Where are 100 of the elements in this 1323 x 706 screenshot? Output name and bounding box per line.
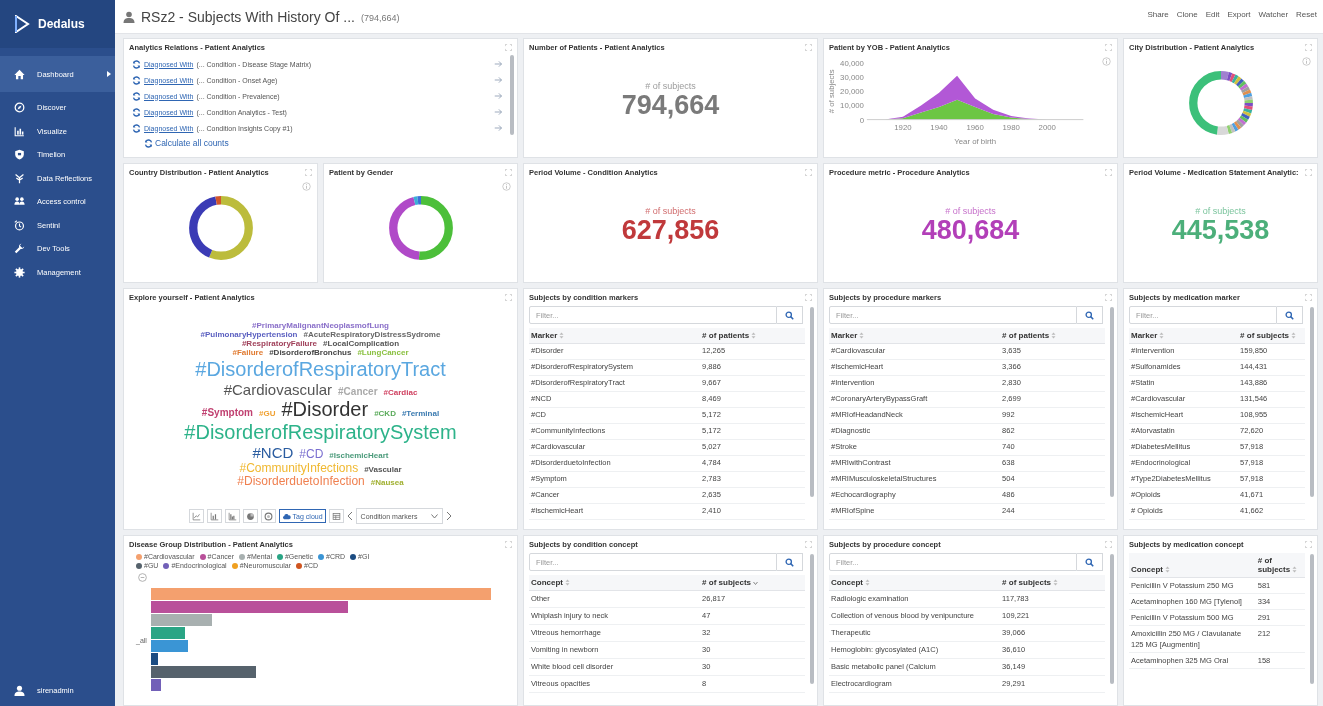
column-header[interactable]: Marker — [829, 328, 1001, 344]
expand-icon[interactable] — [805, 294, 812, 301]
cloud-tag[interactable]: #Cardiovascular — [223, 380, 333, 398]
scrollbar[interactable] — [1310, 307, 1314, 497]
expand-icon[interactable] — [805, 44, 812, 51]
scrollbar[interactable] — [1310, 554, 1314, 684]
info-icon[interactable] — [1302, 57, 1311, 66]
cloud-tag[interactable]: #CD — [299, 447, 324, 462]
view-button[interactable] — [260, 509, 276, 523]
refresh-icon[interactable] — [144, 138, 153, 148]
refresh-icon[interactable] — [132, 123, 141, 133]
view-button[interactable] — [328, 509, 344, 523]
column-header[interactable]: Concept — [829, 575, 1001, 591]
scrollbar[interactable] — [810, 307, 814, 497]
expand-icon[interactable] — [305, 169, 312, 176]
cloud-tag[interactable]: #Terminal — [401, 408, 440, 418]
expand-icon[interactable] — [1305, 169, 1312, 176]
view-button[interactable] — [206, 509, 222, 523]
collapse-icon[interactable] — [138, 573, 147, 582]
arrow-right-icon[interactable] — [494, 108, 503, 116]
scrollbar[interactable] — [1110, 307, 1114, 497]
column-header[interactable]: Marker — [529, 328, 701, 344]
bar-chart-icon — [14, 125, 25, 137]
info-icon[interactable] — [502, 182, 511, 191]
people-icon — [14, 196, 25, 208]
expand-icon[interactable] — [805, 169, 812, 176]
view-button[interactable] — [224, 509, 240, 523]
expand-icon[interactable] — [505, 44, 512, 51]
cloud-tag[interactable]: #LocalComplication — [323, 339, 400, 349]
column-header[interactable]: Marker — [1129, 328, 1239, 344]
expand-icon[interactable] — [1105, 44, 1112, 51]
cloud-tag[interactable]: #RespiratoryFailure — [241, 339, 318, 349]
cloud-tag[interactable]: #AcuteRespiratoryDistressSydrome — [303, 330, 441, 340]
expand-icon[interactable] — [805, 541, 812, 548]
expand-icon[interactable] — [1105, 541, 1112, 548]
info-icon[interactable] — [1102, 57, 1111, 66]
expand-icon[interactable] — [505, 294, 512, 301]
expand-icon[interactable] — [1305, 44, 1312, 51]
expand-icon[interactable] — [1305, 294, 1312, 301]
search-button[interactable] — [777, 306, 803, 324]
arrow-right-icon[interactable] — [494, 124, 503, 132]
caret-icon — [431, 513, 439, 519]
cloud-tag[interactable]: #PrimaryMalignantNeoplasmofLung — [252, 320, 389, 330]
metric-label: # of subjects — [1195, 205, 1246, 216]
expand-icon[interactable] — [505, 541, 512, 548]
toolbar-link[interactable]: Edit — [1205, 10, 1220, 19]
column-header[interactable]: # of patients — [1000, 328, 1105, 344]
cloud-tag[interactable]: #DisorderofBronchus — [269, 348, 352, 358]
user-icon — [123, 10, 135, 23]
toolbar-link[interactable]: Reset — [1296, 10, 1317, 19]
column-header[interactable]: # of subjects — [1000, 575, 1105, 591]
scrollbar[interactable] — [1110, 554, 1114, 684]
axis-title: # of subjects — [826, 69, 836, 114]
search-button[interactable] — [777, 553, 803, 571]
cloud-tag[interactable]: #NCD — [252, 443, 294, 462]
search-button[interactable] — [1077, 553, 1103, 571]
toolbar-link[interactable]: Export — [1227, 10, 1251, 19]
scrollbar[interactable] — [810, 554, 814, 684]
search-button[interactable] — [1277, 306, 1303, 324]
arrow-right-icon[interactable] — [494, 76, 503, 84]
expand-icon[interactable] — [1305, 541, 1312, 548]
expand-icon[interactable] — [1105, 294, 1112, 301]
arrow-right-icon[interactable] — [494, 92, 503, 100]
refresh-icon[interactable] — [132, 91, 141, 101]
chevron-right-icon[interactable] — [446, 511, 453, 521]
expand-icon[interactable] — [505, 169, 512, 176]
column-header[interactable]: # of subjects — [1255, 553, 1305, 578]
refresh-icon[interactable] — [132, 59, 141, 69]
cloud-tag[interactable]: #Cardiac — [383, 387, 418, 397]
metric-label: # of subjects — [945, 205, 996, 216]
expand-icon[interactable] — [1105, 169, 1112, 176]
metric-label: # of subjects — [645, 80, 696, 91]
cloud-tag[interactable]: #IschemicHeart — [329, 450, 389, 460]
chevron-left-icon[interactable] — [346, 511, 353, 521]
column-header[interactable]: Concept — [1129, 553, 1256, 578]
arrow-right-icon[interactable] — [494, 60, 503, 68]
search-icon — [785, 310, 794, 320]
column-header[interactable]: Concept — [529, 575, 701, 591]
tick-label: 1920 — [894, 123, 912, 133]
toolbar-link[interactable]: Watcher — [1258, 10, 1289, 19]
column-header[interactable]: # of patients — [700, 328, 805, 344]
calculate-link[interactable]: Calculate all counts — [155, 138, 229, 148]
refresh-icon[interactable] — [132, 75, 141, 85]
tick-label: 40,000 — [840, 58, 864, 68]
column-header[interactable]: # of subjects — [700, 575, 805, 591]
refresh-icon[interactable] — [132, 107, 141, 117]
cloud-tag[interactable]: #Symptom — [201, 406, 253, 419]
subject-count: (794,664) — [360, 13, 400, 23]
scrollbar[interactable] — [510, 55, 514, 135]
info-icon[interactable] — [302, 182, 311, 191]
cloud-tag[interactable]: #Disorder — [281, 397, 369, 421]
cloud-tag[interactable]: #PulmonaryHypertension — [200, 330, 298, 340]
column-header[interactable]: # of subjects — [1238, 328, 1305, 344]
toolbar-link[interactable]: Share — [1147, 10, 1169, 19]
view-button[interactable] — [242, 509, 258, 523]
cloud-tag[interactable]: #Vascular — [364, 464, 402, 474]
toolbar-link[interactable]: Clone — [1176, 10, 1198, 19]
gauge-icon — [263, 511, 273, 521]
view-button[interactable] — [188, 509, 204, 523]
search-button[interactable] — [1077, 306, 1103, 324]
